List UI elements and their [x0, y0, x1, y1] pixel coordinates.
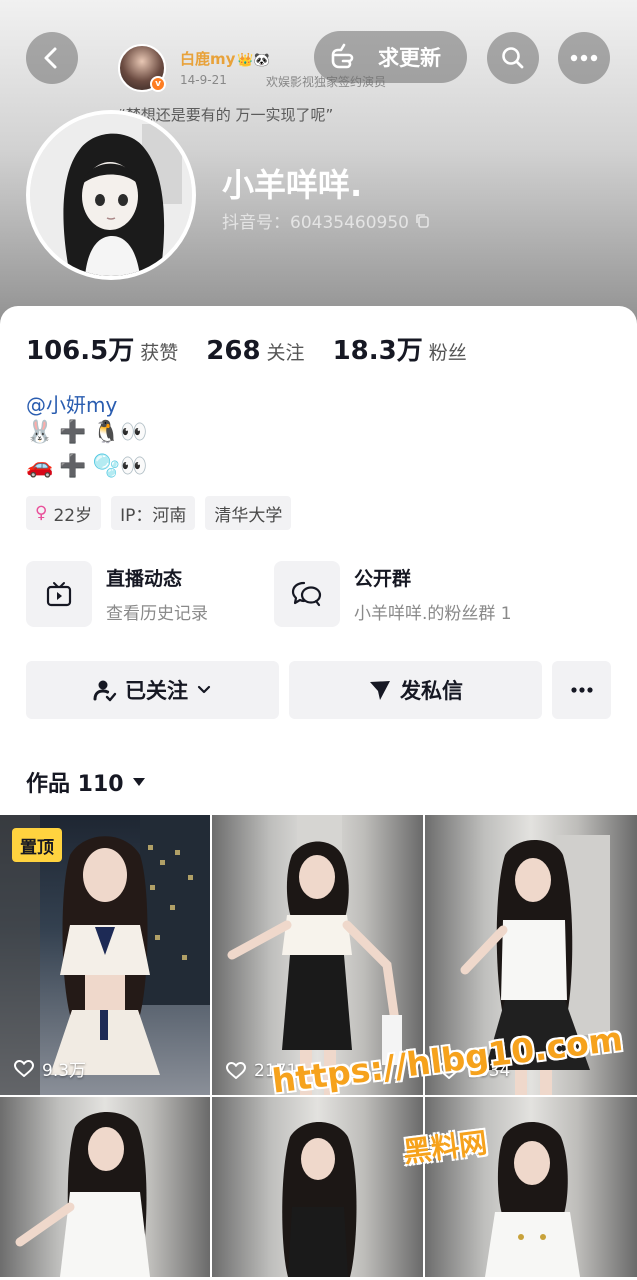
more-actions-button[interactable] — [552, 661, 611, 719]
heart-icon — [14, 1059, 34, 1077]
mini-profile-date: 14-9-21 — [180, 73, 227, 87]
plus-emoji: ➕ — [59, 454, 87, 479]
profile-avatar[interactable] — [26, 110, 196, 280]
stat-following-value: 268 — [206, 336, 261, 366]
verified-badge-icon: v — [150, 76, 166, 92]
chevron-left-icon — [44, 47, 57, 69]
group-entry-title: 公开群 — [354, 568, 412, 590]
search-button[interactable] — [487, 32, 539, 84]
penguin-eyes-emoji: 🐧👀 — [92, 420, 148, 445]
mini-profile-name[interactable]: 白鹿my 👑🐼 — [180, 48, 270, 69]
heart-icon — [226, 1062, 246, 1079]
stat-following[interactable]: 268 关注 — [206, 336, 304, 366]
age-label: 22岁 — [53, 505, 93, 526]
stat-likes[interactable]: 106.5万 获赞 — [26, 330, 178, 367]
douyin-id-text: 抖音号：60435460950 — [222, 213, 409, 233]
live-history-entry[interactable]: 直播动态 查看历史记录 — [26, 561, 208, 627]
bio-mention-link[interactable]: @小妍my — [26, 389, 117, 418]
chat-bubbles-icon — [274, 561, 340, 627]
more-dots-icon — [570, 687, 593, 693]
pinned-badge: 置顶 — [12, 828, 62, 862]
avatar-illustration — [30, 114, 192, 276]
video-thumbnail — [15, 1112, 150, 1277]
followed-button[interactable]: 已关注 — [26, 661, 279, 719]
tv-play-icon — [26, 561, 92, 627]
live-entry-title: 直播动态 — [106, 568, 183, 590]
profile-header: v 白鹿my 👑🐼 14-9-21 欢娱影视独家签约演员 求更新 “梦想还是要有的… — [0, 0, 637, 330]
stat-following-label: 关注 — [266, 342, 305, 364]
school-tag[interactable]: 清华大学 — [205, 496, 292, 530]
video-likes: 9.3万 — [14, 1056, 86, 1081]
paper-plane-icon — [370, 681, 390, 700]
request-update-button[interactable]: 求更新 — [314, 31, 467, 83]
bio-line-1: 🐰 ➕ 🐧👀 — [26, 420, 148, 445]
caret-down-icon — [132, 778, 145, 786]
more-options-button[interactable] — [558, 32, 610, 84]
send-message-label: 发私信 — [400, 679, 463, 703]
bubbles-eyes-emoji: 🫧👀 — [92, 454, 148, 479]
search-icon — [502, 47, 524, 69]
request-update-label: 求更新 — [378, 46, 441, 70]
plus-emoji: ➕ — [59, 420, 87, 445]
stat-followers[interactable]: 18.3万 粉丝 — [333, 330, 467, 367]
pointing-hand-icon — [331, 43, 354, 69]
user-check-icon — [93, 680, 117, 702]
douyin-id[interactable]: 抖音号：60435460950 — [222, 208, 431, 233]
age-tag: ♀ 22岁 — [26, 496, 102, 530]
group-entry-subtitle: 小羊咩咩.的粉丝群 1 — [354, 604, 512, 624]
fan-group-entry[interactable]: 公开群 小羊咩咩.的粉丝群 1 — [274, 561, 512, 627]
back-button[interactable] — [26, 32, 78, 84]
video-tile[interactable] — [0, 1097, 210, 1277]
bio-line-2: 🚗 ➕ 🫧👀 — [26, 454, 148, 479]
profile-tags: ♀ 22岁 IP：河南 清华大学 — [26, 496, 292, 530]
more-dots-icon — [570, 54, 598, 62]
followed-label: 已关注 — [125, 679, 188, 703]
video-tile[interactable]: 置顶 9.3万 — [0, 815, 210, 1095]
live-entry-subtitle: 查看历史记录 — [106, 604, 208, 624]
rabbit-emoji: 🐰 — [26, 420, 54, 445]
works-tab[interactable]: 作品 110 — [26, 766, 146, 798]
profile-username: 小羊咩咩. — [222, 166, 363, 204]
stat-likes-label: 获赞 — [140, 342, 179, 364]
stat-followers-label: 粉丝 — [428, 342, 467, 364]
stats-row: 106.5万 获赞 268 关注 18.3万 粉丝 — [26, 330, 495, 367]
stat-followers-value: 18.3万 — [332, 336, 423, 366]
female-icon: ♀ — [35, 503, 48, 523]
ip-tag: IP：河南 — [111, 496, 196, 530]
car-emoji: 🚗 — [26, 454, 54, 479]
video-likes-count: 9.3万 — [42, 1061, 87, 1081]
watermark: https://hlbg10.com 黑料网 — [270, 1019, 625, 1182]
chevron-down-icon — [197, 685, 211, 694]
send-message-button[interactable]: 发私信 — [289, 661, 542, 719]
copy-icon[interactable] — [415, 213, 431, 229]
watermark-name: 黑料网 — [401, 1125, 489, 1169]
stat-likes-value: 106.5万 — [26, 336, 135, 366]
works-tab-label: 作品 110 — [26, 772, 124, 797]
